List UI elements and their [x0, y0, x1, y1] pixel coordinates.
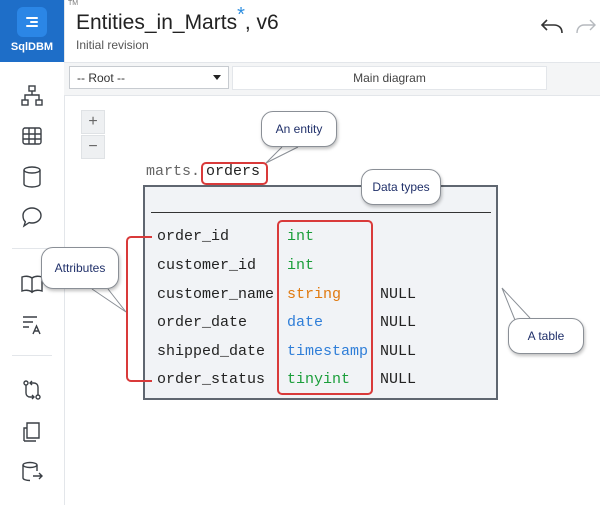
entity-schema: marts. — [146, 163, 201, 180]
attributes-bracket — [126, 236, 152, 382]
entity-divider — [151, 212, 491, 213]
callout-attributes: Attributes — [41, 247, 119, 289]
data-types-highlight — [277, 220, 373, 395]
column-name[interactable]: order_status — [157, 371, 265, 388]
column-name[interactable]: shipped_date — [157, 343, 265, 360]
column-null: NULL — [380, 371, 417, 388]
callout-entity: An entity — [261, 111, 337, 147]
column-null: NULL — [380, 314, 417, 331]
callout-data-types: Data types — [361, 169, 441, 205]
column-name[interactable]: order_id — [157, 228, 229, 245]
column-name[interactable]: customer_name — [157, 286, 274, 303]
entity-name-highlight — [201, 162, 268, 185]
column-name[interactable]: customer_id — [157, 257, 256, 274]
column-name[interactable]: order_date — [157, 314, 247, 331]
column-null: NULL — [380, 286, 417, 303]
column-null: NULL — [380, 343, 417, 360]
callout-table: A table — [508, 318, 584, 354]
